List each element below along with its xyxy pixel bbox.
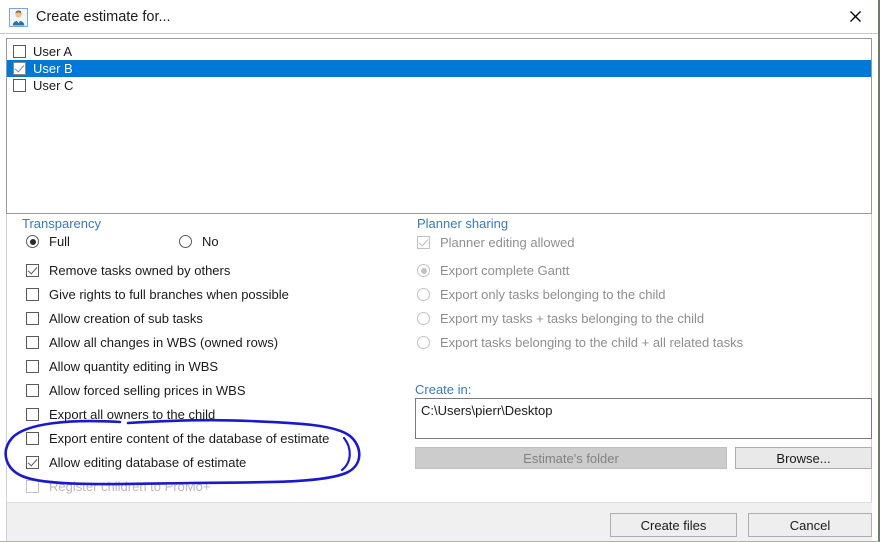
checkbox-planner-editing-allowed: Planner editing allowed: [417, 235, 574, 250]
checkbox-allow-creation-sub-tasks[interactable]: Allow creation of sub tasks: [26, 311, 203, 326]
option-label: Register children to ProMo+: [49, 479, 211, 494]
option-label: Allow forced selling prices in WBS: [49, 383, 246, 398]
option-label: Allow all changes in WBS (owned rows): [49, 335, 278, 350]
option-label: Export my tasks + tasks belonging to the…: [440, 311, 704, 326]
create-estimate-dialog: Create estimate for... User A User B Use…: [0, 0, 880, 542]
user-list[interactable]: User A User B User C: [6, 38, 872, 214]
option-label: Allow editing database of estimate: [49, 455, 246, 470]
checkbox-allow-forced-selling-prices-wbs[interactable]: Allow forced selling prices in WBS: [26, 383, 246, 398]
option-label: Export complete Gantt: [440, 263, 569, 278]
checkbox-icon: [26, 480, 39, 493]
option-label: Export entire content of the database of…: [49, 431, 329, 446]
option-label: No: [202, 234, 219, 249]
checkbox-export-entire-content-database[interactable]: Export entire content of the database of…: [26, 431, 329, 446]
option-label: Give rights to full branches when possib…: [49, 287, 289, 302]
radio-icon[interactable]: [26, 235, 39, 248]
checkbox-icon: [417, 236, 430, 249]
checkbox-icon[interactable]: [26, 288, 39, 301]
create-in-path-input[interactable]: C:\Users\pierr\Desktop: [415, 398, 872, 439]
user-checkbox[interactable]: [13, 45, 26, 58]
checkbox-give-rights-full-branches[interactable]: Give rights to full branches when possib…: [26, 287, 289, 302]
checkbox-allow-editing-database[interactable]: Allow editing database of estimate: [26, 455, 246, 470]
create-in-label: Create in:: [415, 382, 471, 397]
option-label: Allow quantity editing in WBS: [49, 359, 218, 374]
user-checkbox[interactable]: [13, 79, 26, 92]
option-label: Export only tasks belonging to the child: [440, 287, 665, 302]
user-label: User B: [33, 60, 73, 77]
radio-icon: [417, 264, 430, 277]
radio-export-my-tasks-plus-child: Export my tasks + tasks belonging to the…: [417, 311, 704, 326]
radio-export-complete-gantt: Export complete Gantt: [417, 263, 569, 278]
title-bar: Create estimate for...: [0, 0, 878, 34]
checkbox-icon[interactable]: [26, 312, 39, 325]
close-icon[interactable]: [832, 0, 878, 33]
checkbox-icon[interactable]: [26, 432, 39, 445]
checkbox-icon[interactable]: [26, 456, 39, 469]
option-label: Export all owners to the child: [49, 407, 215, 422]
option-label: Allow creation of sub tasks: [49, 311, 203, 326]
estimate-folder-button: Estimate's folder: [415, 447, 727, 469]
planner-sharing-group-label: Planner sharing: [417, 216, 508, 231]
window-title: Create estimate for...: [36, 9, 171, 25]
dialog-footer: [6, 502, 872, 541]
radio-export-tasks-child-plus-related: Export tasks belonging to the child + al…: [417, 335, 743, 350]
list-item[interactable]: User A: [7, 43, 871, 60]
option-label: Export tasks belonging to the child + al…: [440, 335, 743, 350]
checkbox-export-all-owners-to-child[interactable]: Export all owners to the child: [26, 407, 215, 422]
radio-transparency-no[interactable]: No: [179, 234, 219, 249]
checkbox-remove-tasks-owned-by-others[interactable]: Remove tasks owned by others: [26, 263, 230, 278]
checkbox-icon[interactable]: [26, 408, 39, 421]
radio-transparency-full[interactable]: Full: [26, 234, 70, 249]
create-in-path-value: C:\Users\pierr\Desktop: [421, 403, 552, 418]
radio-icon: [417, 312, 430, 325]
checkbox-icon[interactable]: [26, 384, 39, 397]
create-files-button[interactable]: Create files: [610, 513, 737, 537]
radio-icon: [417, 288, 430, 301]
list-item[interactable]: User B: [7, 60, 871, 77]
browse-button[interactable]: Browse...: [735, 447, 872, 469]
user-label: User C: [33, 77, 73, 94]
list-item[interactable]: User C: [7, 77, 871, 94]
checkbox-allow-all-changes-wbs[interactable]: Allow all changes in WBS (owned rows): [26, 335, 278, 350]
user-label: User A: [33, 43, 72, 60]
radio-export-only-tasks-child: Export only tasks belonging to the child: [417, 287, 665, 302]
user-checkbox[interactable]: [13, 62, 26, 75]
option-label: Full: [49, 234, 70, 249]
checkbox-icon[interactable]: [26, 264, 39, 277]
radio-icon[interactable]: [179, 235, 192, 248]
checkbox-icon[interactable]: [26, 360, 39, 373]
option-label: Planner editing allowed: [440, 235, 574, 250]
checkbox-allow-quantity-editing-wbs[interactable]: Allow quantity editing in WBS: [26, 359, 218, 374]
checkbox-icon[interactable]: [26, 336, 39, 349]
radio-icon: [417, 336, 430, 349]
user-avatar-icon: [9, 8, 28, 27]
checkbox-register-children-promo: Register children to ProMo+: [26, 479, 211, 494]
option-label: Remove tasks owned by others: [49, 263, 230, 278]
transparency-group-label: Transparency: [22, 216, 101, 231]
cancel-button[interactable]: Cancel: [748, 513, 872, 537]
